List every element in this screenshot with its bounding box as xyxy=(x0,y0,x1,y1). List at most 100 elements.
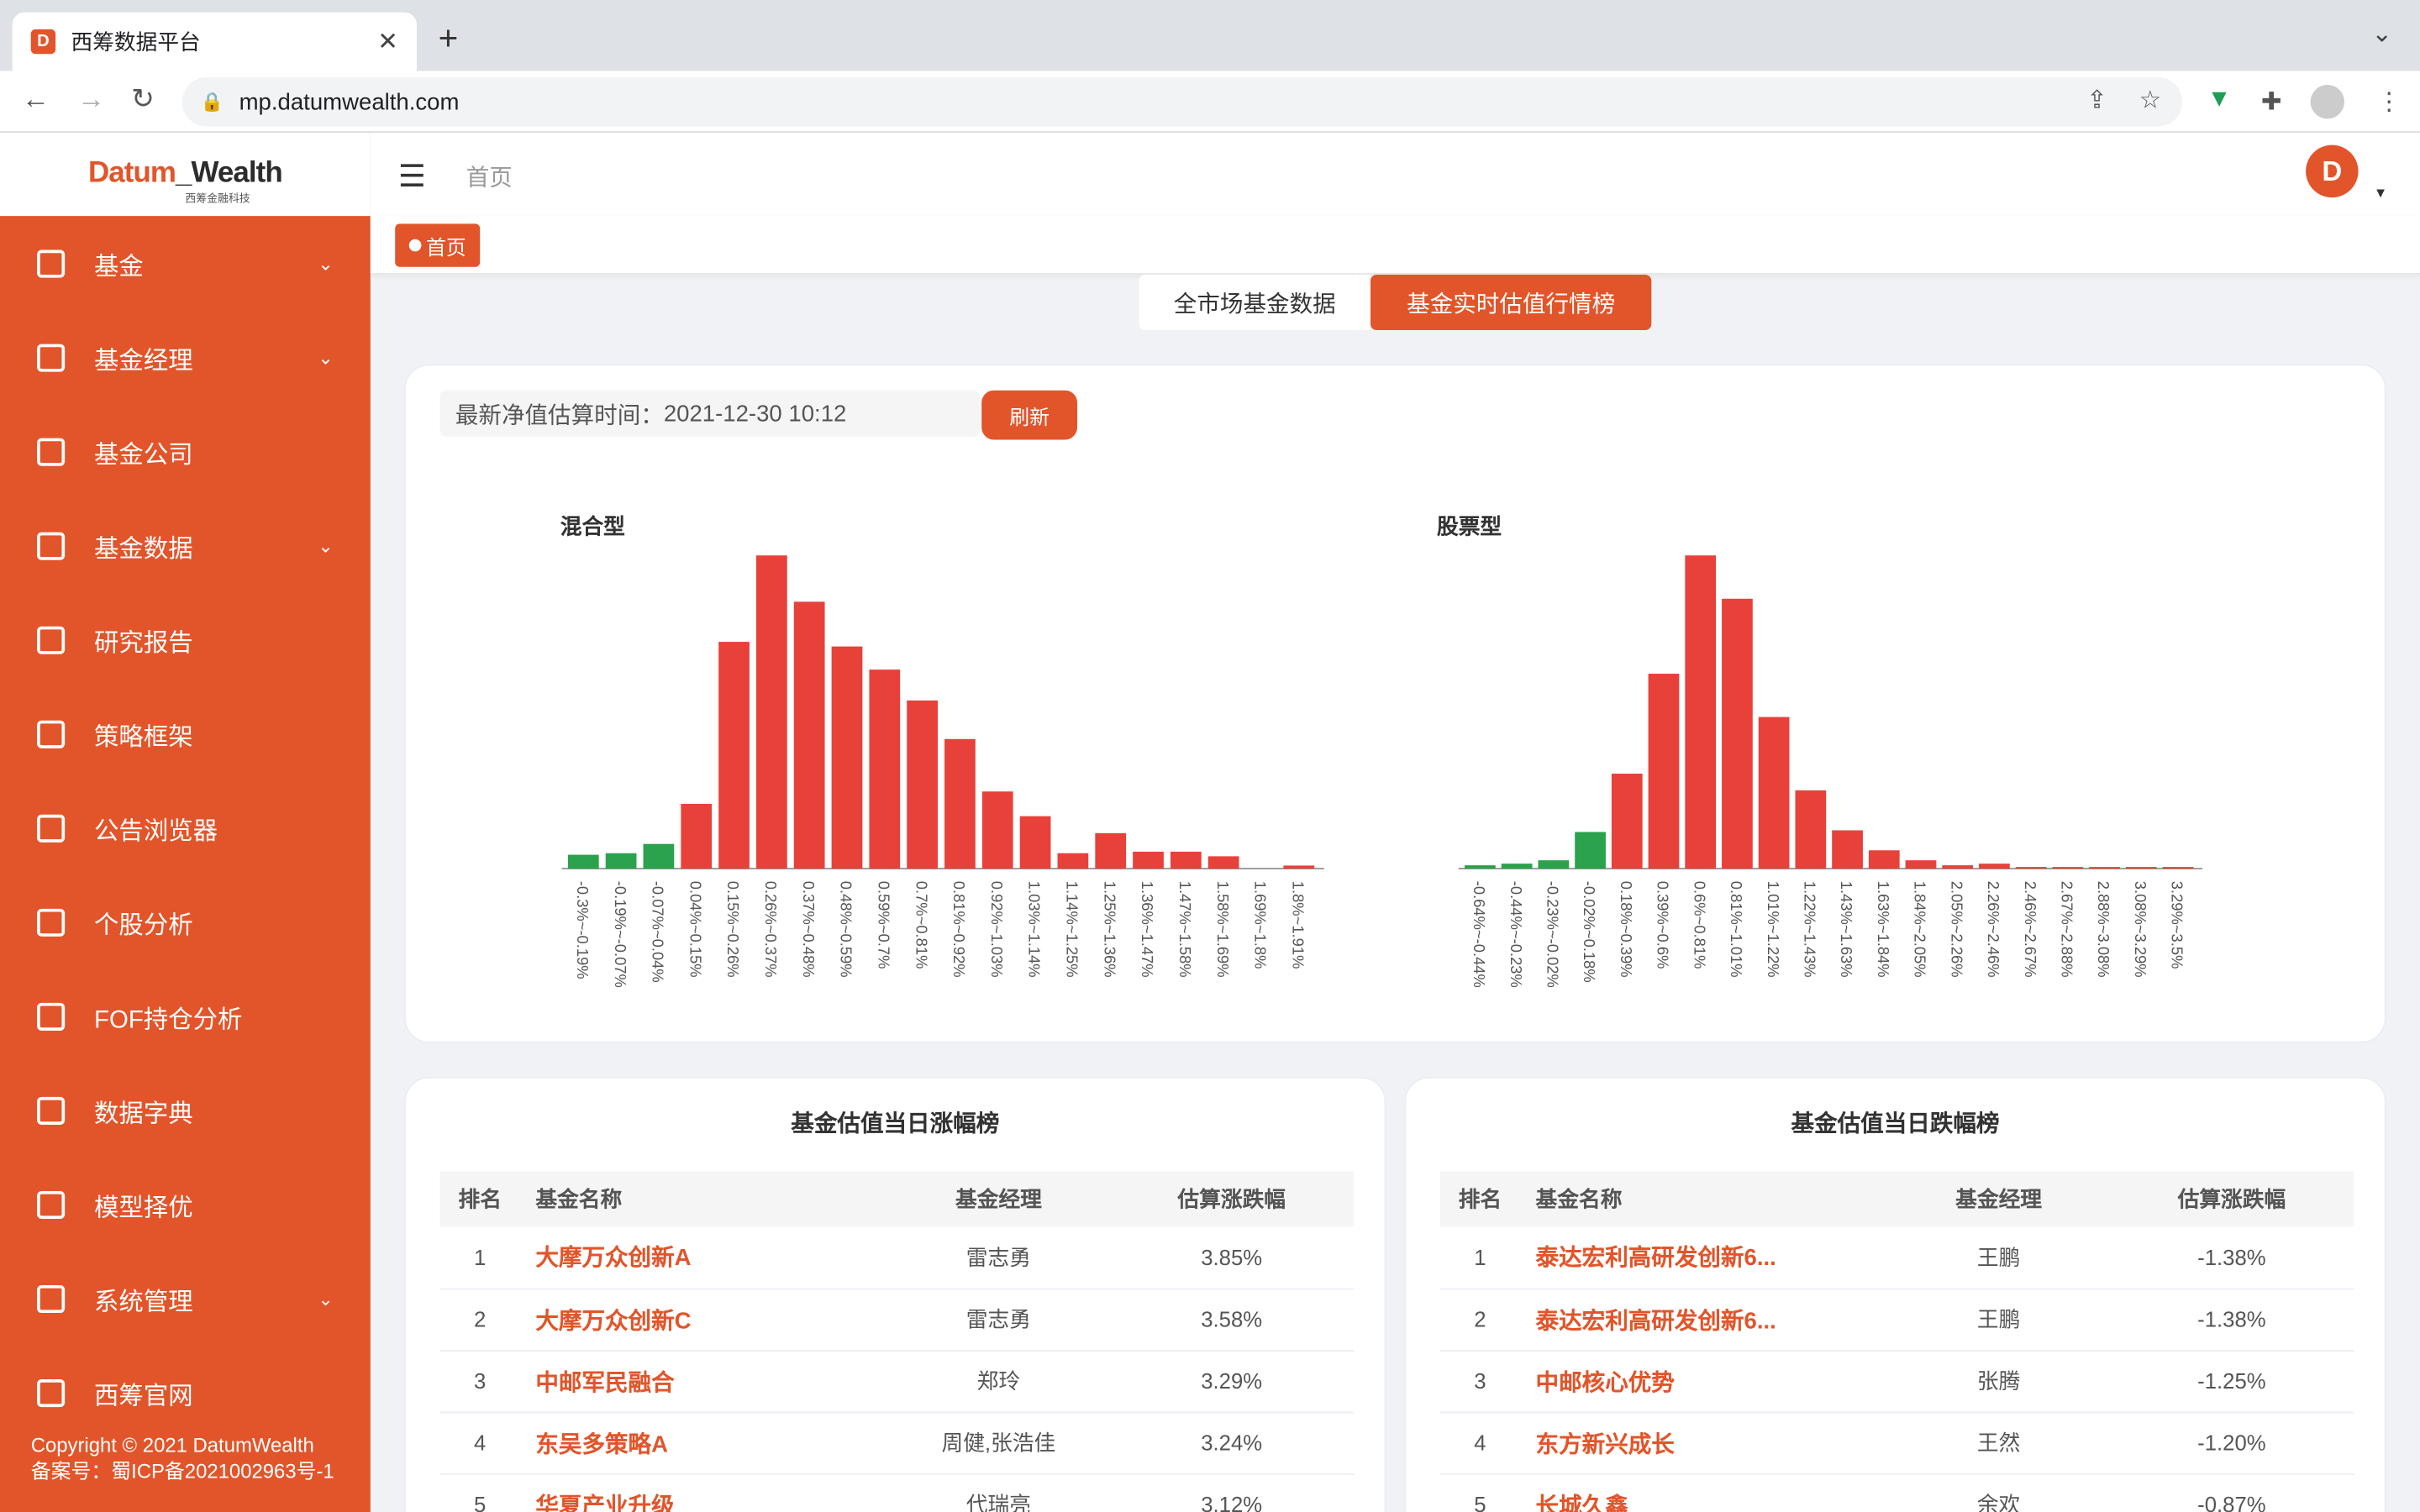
browser-menu-icon[interactable]: ⋮ xyxy=(2377,87,2402,118)
manager-cell: 王鹏 xyxy=(1887,1226,2110,1289)
share-icon[interactable]: ⇪ xyxy=(2086,85,2107,116)
histogram-bar[interactable] xyxy=(605,853,637,869)
histogram-bar[interactable] xyxy=(831,646,863,869)
sidebar-item-11[interactable]: 系统管理 ⌄ xyxy=(0,1252,371,1346)
forward-arrow-icon[interactable]: → xyxy=(77,83,105,116)
chevron-down-icon[interactable]: ⌄ xyxy=(318,346,333,368)
histogram-bar[interactable] xyxy=(1648,674,1680,869)
histogram-bar[interactable] xyxy=(718,642,750,869)
rank-cell: 5 xyxy=(439,1473,520,1512)
fund-name-link[interactable]: 泰达宏利高研发创新6... xyxy=(1520,1288,1888,1352)
sidebar-item-5[interactable]: 策略框架 xyxy=(0,686,371,780)
fund-name-link[interactable]: 东方新兴成长 xyxy=(1520,1411,1888,1474)
fund-name-link[interactable]: 中邮核心优势 xyxy=(1520,1350,1888,1413)
sidebar-item-3[interactable]: 基金数据 ⌄ xyxy=(0,498,371,592)
histogram-bar[interactable] xyxy=(2162,867,2194,869)
caret-down-icon[interactable]: ▼ xyxy=(2374,185,2387,200)
sidebar-item-8[interactable]: FOF持仓分析 xyxy=(0,969,371,1063)
browser-tabbar: D 西筹数据平台 ✕ + ⌄ xyxy=(0,0,2420,71)
histogram-bar[interactable] xyxy=(1283,865,1315,869)
histogram-bar[interactable] xyxy=(1905,860,1937,869)
histogram-bar[interactable] xyxy=(1133,851,1164,869)
histogram-bar[interactable] xyxy=(567,854,599,869)
sidebar-item-1[interactable]: 基金经理 ⌄ xyxy=(0,310,371,404)
fof-icon xyxy=(37,1001,66,1031)
breadcrumb[interactable]: 首页 xyxy=(466,160,513,193)
table-row: 2 大摩万众创新C 雷志勇 3.58% xyxy=(439,1288,1354,1352)
sidebar-item-0[interactable]: 基金 ⌄ xyxy=(0,216,371,310)
fund-name-link[interactable]: 长城久鑫 xyxy=(1520,1473,1888,1512)
profile-icon[interactable] xyxy=(2310,85,2344,119)
tab-search-chevron-icon[interactable]: ⌄ xyxy=(2371,18,2392,50)
manager-cell: 雷志勇 xyxy=(887,1226,1110,1289)
sidebar-item-4[interactable]: 研究报告 xyxy=(0,592,371,686)
histogram-bar[interactable] xyxy=(1685,555,1717,869)
vue-extension-icon[interactable]: ▼ xyxy=(2207,87,2232,114)
stock-fund-histogram: -0.64%~-0.44% -0.44%~-0.23% -0.23%~-0.02% -… xyxy=(1458,555,2203,988)
reload-icon[interactable]: ↻ xyxy=(131,83,155,116)
fund-name-link[interactable]: 华夏产业升级 xyxy=(519,1473,888,1512)
histogram-bar[interactable] xyxy=(1722,598,1753,869)
histogram-bar[interactable] xyxy=(2052,867,2084,869)
avatar[interactable]: D xyxy=(2306,144,2359,198)
histogram-bar[interactable] xyxy=(1758,717,1790,869)
histogram-bar[interactable] xyxy=(2125,867,2157,869)
refresh-button[interactable]: 刷新 xyxy=(981,390,1078,440)
histogram-bar[interactable] xyxy=(1538,860,1570,869)
histogram-bar[interactable] xyxy=(1501,864,1533,869)
sidebar-item-2[interactable]: 基金公司 xyxy=(0,404,371,498)
fund-name-link[interactable]: 大摩万众创新A xyxy=(519,1226,888,1289)
bookmark-star-icon[interactable]: ☆ xyxy=(2139,85,2161,116)
histogram-bar[interactable] xyxy=(1979,864,2010,869)
histogram-bar[interactable] xyxy=(755,555,787,869)
histogram-bar[interactable] xyxy=(1465,865,1496,869)
histogram-bar[interactable] xyxy=(907,700,938,869)
new-tab-icon[interactable]: + xyxy=(439,18,459,59)
close-tab-icon[interactable]: ✕ xyxy=(377,26,398,57)
histogram-bar[interactable] xyxy=(643,843,675,869)
logo-text: Datum_Wealth xyxy=(88,157,283,190)
rank-cell: 1 xyxy=(439,1226,520,1289)
back-arrow-icon[interactable]: ← xyxy=(22,83,50,116)
histogram-bar[interactable] xyxy=(1575,832,1606,869)
extensions-puzzle-icon[interactable]: ✚ xyxy=(2261,87,2282,118)
chevron-down-icon[interactable]: ⌄ xyxy=(318,534,333,556)
sidebar-item-6[interactable]: 公告浏览器 xyxy=(0,780,371,874)
x-tick-label: 0.7%~0.81% xyxy=(913,881,930,969)
histogram-bar[interactable] xyxy=(1868,850,1900,869)
histogram-bar[interactable] xyxy=(1832,830,1863,869)
omnibox[interactable]: 🔒 mp.datumwealth.com xyxy=(182,76,2183,127)
histogram-bar[interactable] xyxy=(1095,832,1127,869)
histogram-bar[interactable] xyxy=(869,669,901,869)
histogram-bar[interactable] xyxy=(1611,774,1643,869)
sidebar-item-9[interactable]: 数据字典 xyxy=(0,1063,371,1158)
x-tick-label: 0.81%~1.01% xyxy=(1728,881,1745,978)
sidebar-item-7[interactable]: 个股分析 xyxy=(0,874,371,969)
logo[interactable]: Datum_Wealth 西筹金融科技 xyxy=(0,132,371,217)
histogram-bar[interactable] xyxy=(1019,816,1051,869)
histogram-bar[interactable] xyxy=(981,791,1013,869)
chevron-down-icon[interactable]: ⌄ xyxy=(318,1288,333,1310)
histogram-bar[interactable] xyxy=(681,803,713,869)
histogram-bar[interactable] xyxy=(1795,790,1827,869)
browser-tab[interactable]: D 西筹数据平台 ✕ xyxy=(12,12,417,71)
histogram-bar[interactable] xyxy=(1170,851,1202,869)
tab-market-data[interactable]: 全市场基金数据 xyxy=(1139,274,1371,331)
chevron-down-icon[interactable]: ⌄ xyxy=(318,252,333,274)
sidebar-item-12[interactable]: 西筹官网 xyxy=(0,1346,371,1440)
collapse-menu-icon[interactable]: ☰ xyxy=(398,157,426,196)
tab-realtime-valuation[interactable]: 基金实时估值行情榜 xyxy=(1370,274,1652,331)
fund-name-link[interactable]: 中邮军民融合 xyxy=(519,1350,888,1413)
fund-name-link[interactable]: 泰达宏利高研发创新6... xyxy=(1520,1226,1888,1289)
histogram-bar[interactable] xyxy=(944,738,976,869)
histogram-bar[interactable] xyxy=(1207,856,1239,869)
fund-name-link[interactable]: 东吴多策略A xyxy=(519,1411,888,1474)
histogram-bar[interactable] xyxy=(2089,867,2120,869)
histogram-bar[interactable] xyxy=(2015,867,2047,869)
histogram-bar[interactable] xyxy=(793,601,825,869)
sidebar-item-10[interactable]: 模型择优 xyxy=(0,1158,371,1252)
tag-home[interactable]: 首页 xyxy=(395,223,481,267)
fund-name-link[interactable]: 大摩万众创新C xyxy=(519,1288,888,1352)
histogram-bar[interactable] xyxy=(1942,865,1974,869)
histogram-bar[interactable] xyxy=(1057,853,1089,869)
